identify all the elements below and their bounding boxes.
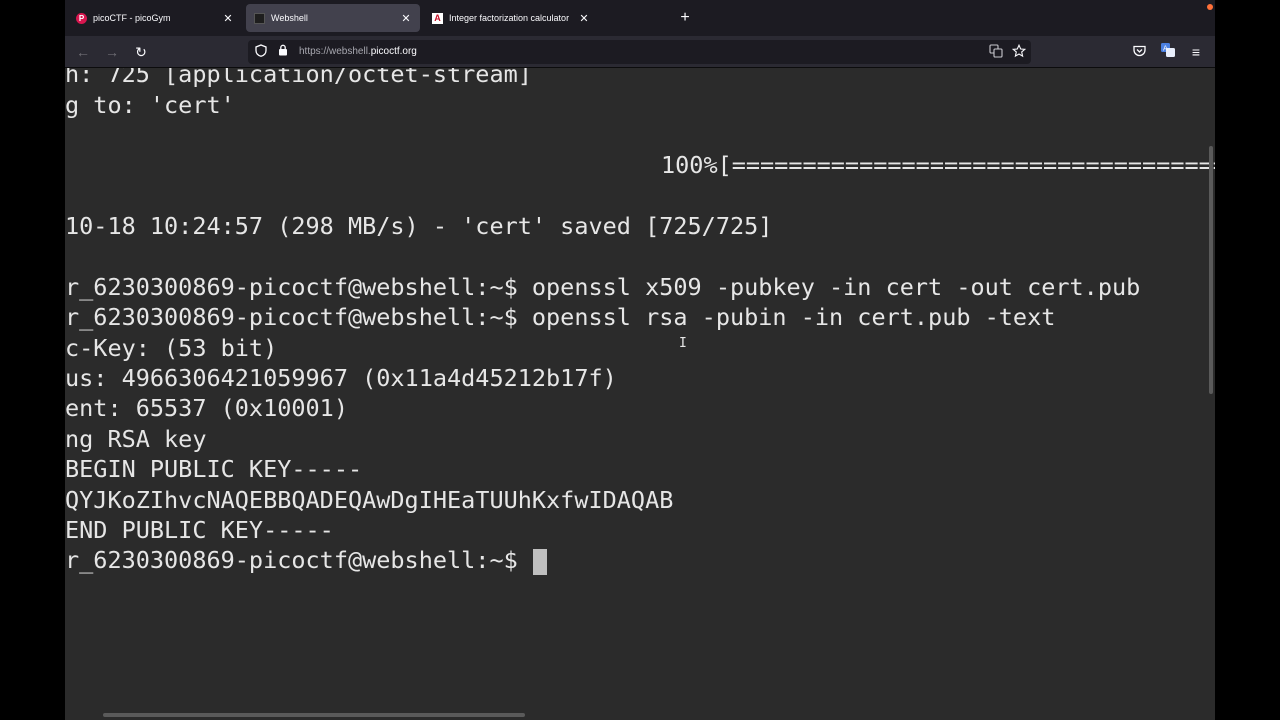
url-text[interactable]: https://webshell.picoctf.org: [299, 40, 417, 64]
terminal-prompt: r_6230300869-picoctf@webshell:~$: [65, 546, 532, 574]
tab-webshell[interactable]: Webshell ✕: [246, 4, 420, 32]
translate-icon[interactable]: [988, 44, 1004, 60]
terminal-line: g to: 'cert': [65, 91, 235, 119]
close-icon[interactable]: ✕: [400, 12, 412, 25]
reload-button[interactable]: ↻: [132, 43, 150, 61]
arrow-right-icon: →: [105, 44, 119, 60]
picoctf-icon: P: [76, 12, 87, 24]
pocket-button[interactable]: [1130, 43, 1148, 61]
hamburger-menu-icon: ≡: [1191, 44, 1201, 60]
tracking-protection-shield-icon[interactable]: [253, 44, 269, 60]
svg-text:A: A: [1163, 45, 1168, 53]
terminal-line: h: 725 [application/octet-stream]: [65, 68, 532, 88]
forward-button[interactable]: →: [103, 43, 121, 61]
translate-extension-button[interactable]: A: [1159, 43, 1177, 61]
terminal-line: r_6230300869-picoctf@webshell:~$ openssl…: [65, 273, 1141, 301]
tab-title: Integer factorization calculator: [449, 13, 570, 23]
terminal-prompt-line[interactable]: r_6230300869-picoctf@webshell:~$: [65, 545, 547, 575]
reload-icon: ↻: [135, 44, 147, 60]
terminal-line: us: 4966306421059967 (0x11a4d45212b17f): [65, 364, 617, 392]
horizontal-scrollbar[interactable]: [103, 713, 525, 717]
terminal-screen[interactable]: h: 725 [application/octet-stream] g to: …: [65, 68, 1215, 720]
terminal-line: ng RSA key: [65, 425, 207, 453]
notification-dot: [1207, 4, 1213, 10]
close-icon[interactable]: ✕: [578, 12, 590, 25]
tab-title: Webshell: [271, 13, 308, 23]
url-domain: picoctf.org: [370, 46, 417, 57]
pocket-icon: [1132, 44, 1146, 60]
text-cursor-ibeam-icon: I: [679, 336, 687, 351]
bookmark-star-icon[interactable]: [1011, 43, 1027, 60]
tab-picogym[interactable]: P picoCTF - picoGym ✕: [68, 4, 242, 32]
terminal-line: r_6230300869-picoctf@webshell:~$ openssl…: [65, 303, 1056, 331]
terminal-cursor: [532, 548, 547, 575]
address-bar[interactable]: https://webshell.picoctf.org: [248, 40, 1031, 64]
url-scheme: https://webshell.: [299, 46, 371, 57]
new-tab-button[interactable]: +: [678, 10, 692, 26]
tab-strip: P picoCTF - picoGym ✕ Webshell ✕ A Integ…: [65, 0, 1215, 36]
terminal-line: 10-18 10:24:57 (298 MB/s) - 'cert' saved…: [65, 212, 773, 240]
terminal-line: c-Key: (53 bit): [65, 334, 278, 362]
lock-icon[interactable]: [275, 44, 291, 60]
app-menu-button[interactable]: ≡: [1187, 43, 1205, 61]
terminal-line: ent: 65537 (0x10001): [65, 394, 348, 422]
terminal-line: END PUBLIC KEY-----: [65, 516, 334, 544]
terminal-line: 100%[===================================…: [661, 151, 1215, 179]
arrow-left-icon: ←: [76, 44, 90, 60]
terminal-line: BEGIN PUBLIC KEY-----: [65, 455, 363, 483]
back-button[interactable]: ←: [74, 43, 92, 61]
alpertron-icon: A: [432, 12, 443, 24]
tab-title: picoCTF - picoGym: [93, 13, 171, 23]
vertical-scrollbar[interactable]: [1209, 146, 1213, 394]
translate-extension-icon: A: [1161, 43, 1175, 60]
terminal-icon: [254, 12, 265, 24]
navigation-bar: ← → ↻ https://webshell.picoctf.org A ≡: [65, 36, 1215, 68]
close-icon[interactable]: ✕: [222, 12, 234, 25]
terminal-line: QYJKoZIhvcNAQEBBQADEQAwDgIHEaTUUhKxfwIDA…: [65, 486, 674, 514]
tab-factorization-calculator[interactable]: A Integer factorization calculator ✕: [424, 4, 598, 32]
